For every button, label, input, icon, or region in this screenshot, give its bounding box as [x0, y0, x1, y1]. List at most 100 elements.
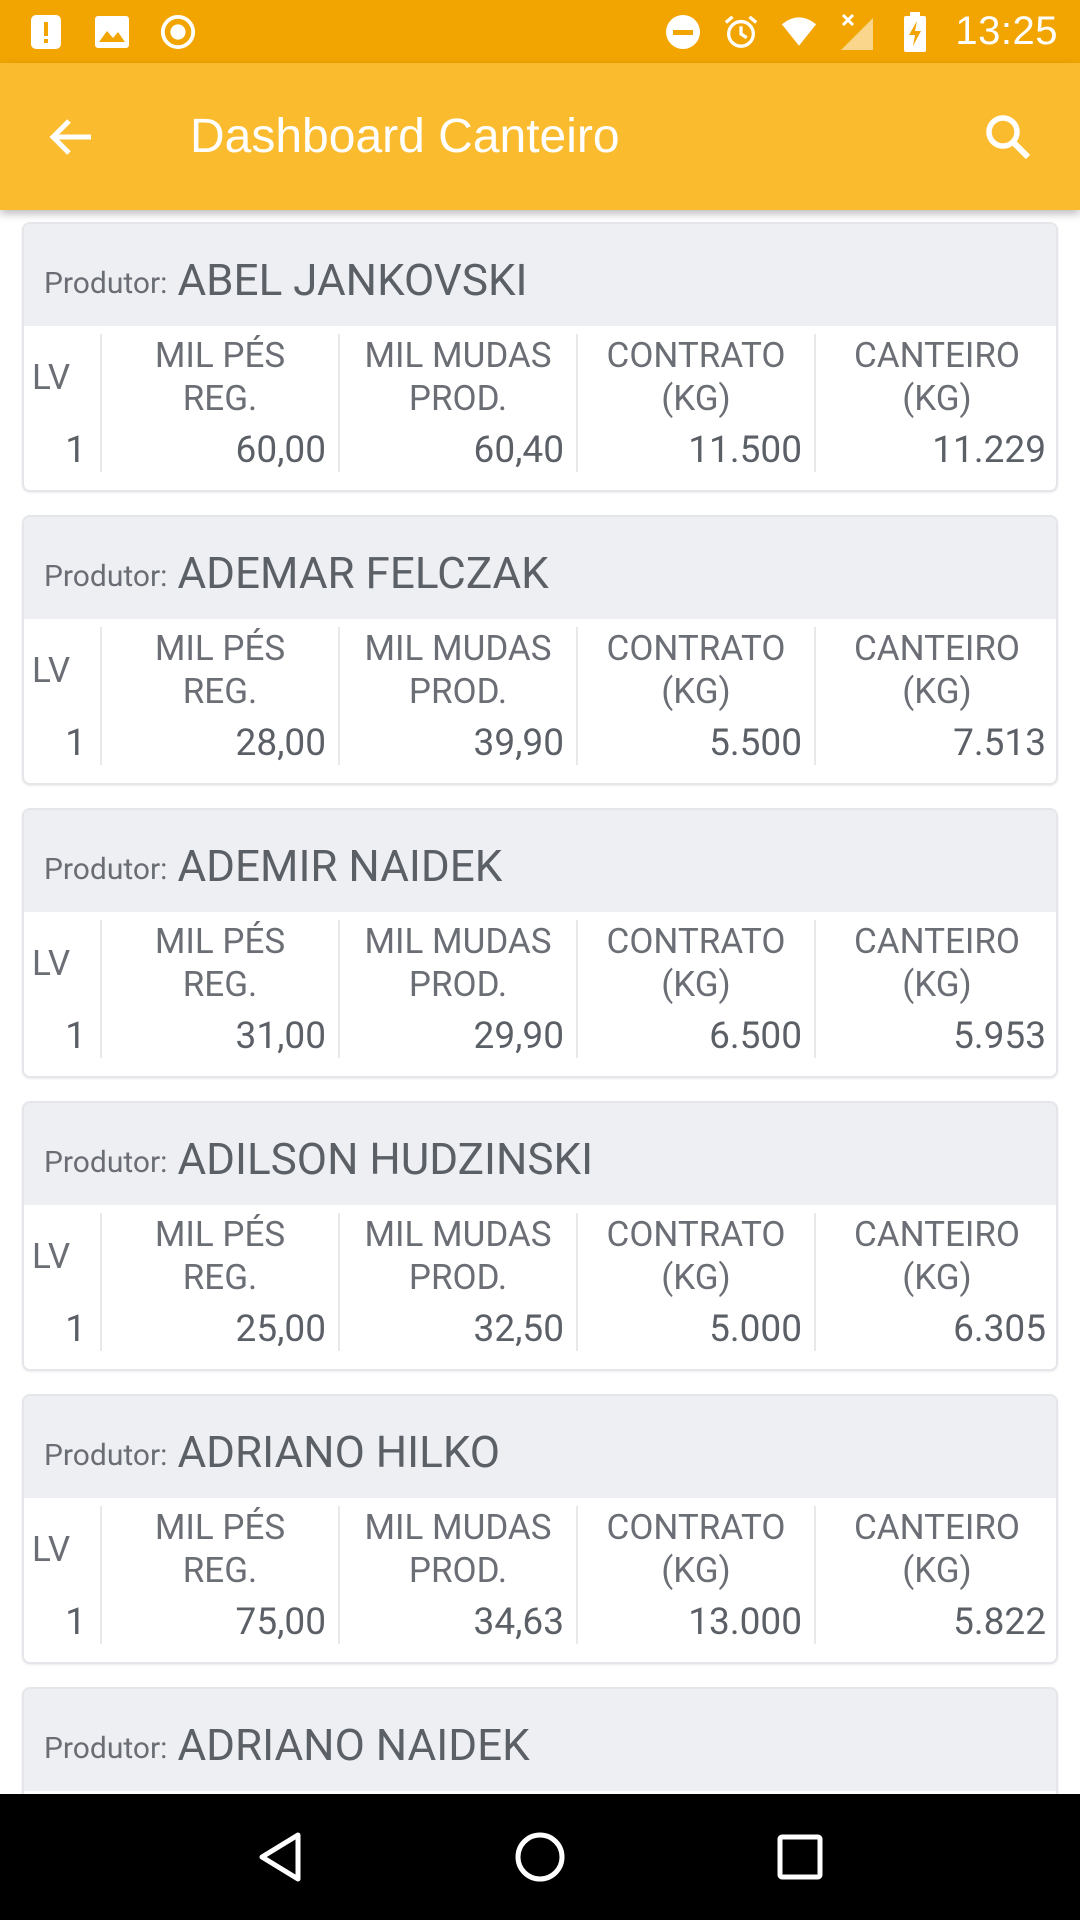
- metric-value: 60,40: [473, 429, 564, 472]
- column-lv: LV 1: [24, 627, 100, 765]
- column-header-line: CANTEIRO: [853, 921, 1021, 962]
- metric-value: 7.513: [953, 722, 1046, 765]
- back-button[interactable]: [44, 111, 96, 163]
- metric-value: 11.500: [688, 429, 802, 472]
- producer-card[interactable]: Produtor: ADRIANO HILKO LV 1 MIL PÉS REG. 75,0…: [22, 1394, 1058, 1664]
- nav-back-button[interactable]: [240, 1817, 320, 1897]
- producer-metrics: LV 1 MIL PÉS REG. 31,00 MIL MUDAS PROD. 29,90 CO…: [24, 912, 1056, 1076]
- column-header-line: (KG): [661, 1257, 731, 1298]
- producer-card[interactable]: Produtor: ADRIANO NAIDEK: [22, 1687, 1058, 1794]
- producer-name: ABEL JANKOVSKI: [177, 254, 528, 306]
- column-header-line: (KG): [902, 378, 972, 419]
- column-header-line: (KG): [902, 1257, 972, 1298]
- producer-card[interactable]: Produtor: ABEL JANKOVSKI LV 1 MIL PÉS REG. 60,…: [22, 222, 1058, 492]
- column-header-line: MIL PÉS: [154, 628, 286, 669]
- column-header: MIL PÉS REG.: [102, 1506, 338, 1592]
- column-lv: LV 1: [24, 920, 100, 1058]
- search-icon: [986, 115, 1031, 160]
- column-header-line: PROD.: [408, 964, 508, 1005]
- column-header-line: REG.: [182, 964, 258, 1005]
- alarm-icon: [723, 14, 759, 50]
- metric-value: 5.000: [709, 1308, 802, 1351]
- app-bar: Dashboard Canteiro: [0, 63, 1080, 210]
- column-header-line: LV: [32, 1236, 71, 1277]
- producer-name: ADRIANO NAIDEK: [177, 1719, 530, 1771]
- back-triangle-icon: [259, 1832, 301, 1882]
- column-header-line: CANTEIRO: [853, 1214, 1021, 1255]
- column-header-line: CANTEIRO: [853, 628, 1021, 669]
- column-header-line: (KG): [661, 671, 731, 712]
- nav-recents-button[interactable]: [760, 1817, 840, 1897]
- producer-label: Produtor:: [44, 851, 168, 887]
- no-signal-icon: [839, 13, 875, 50]
- column-mil-mudas: MIL MUDAS PROD. 32,50: [338, 1213, 576, 1351]
- metric-value: 5.500: [709, 722, 802, 765]
- recents-square-icon: [777, 1834, 823, 1880]
- column-mil-pes: MIL PÉS REG. 75,00: [100, 1506, 338, 1644]
- column-header: MIL MUDAS PROD.: [340, 334, 576, 420]
- metric-value: 13.000: [688, 1601, 802, 1644]
- metric-value: 39,90: [473, 722, 564, 765]
- column-header-line: PROD.: [408, 671, 508, 712]
- column-header-line: (KG): [661, 1550, 731, 1591]
- column-header: CANTEIRO (KG): [816, 1506, 1056, 1592]
- column-header: MIL MUDAS PROD.: [340, 1506, 576, 1592]
- column-header-line: REG.: [182, 378, 258, 419]
- nav-home-button[interactable]: [500, 1817, 580, 1897]
- producer-label: Produtor:: [44, 265, 168, 301]
- metric-value: 75,00: [235, 1601, 326, 1644]
- column-header-line: CANTEIRO: [853, 335, 1021, 376]
- column-header: LV: [24, 649, 70, 692]
- column-canteiro: CANTEIRO (KG) 5.953: [814, 920, 1056, 1058]
- column-header-line: CONTRATO: [606, 1214, 786, 1255]
- column-header-line: PROD.: [408, 1550, 508, 1591]
- search-button[interactable]: [980, 109, 1036, 165]
- producer-card[interactable]: Produtor: ADILSON HUDZINSKI LV 1 MIL PÉS REG.…: [22, 1101, 1058, 1371]
- producer-header: Produtor: ADEMAR FELCZAK: [24, 517, 1056, 619]
- column-header-line: LV: [32, 943, 71, 984]
- column-header: CANTEIRO (KG): [816, 920, 1056, 1006]
- column-canteiro: CANTEIRO (KG) 6.305: [814, 1213, 1056, 1351]
- metric-value: 1: [65, 1015, 86, 1058]
- metric-value: 1: [65, 1308, 86, 1351]
- producer-label: Produtor:: [44, 1144, 168, 1180]
- column-mil-pes: MIL PÉS REG. 25,00: [100, 1213, 338, 1351]
- column-header-line: MIL MUDAS: [364, 628, 552, 669]
- metric-value: 31,00: [235, 1015, 326, 1058]
- column-header-line: MIL PÉS: [154, 335, 286, 376]
- producer-header: Produtor: ADRIANO HILKO: [24, 1396, 1056, 1498]
- column-header-line: MIL MUDAS: [364, 1214, 552, 1255]
- column-header-line: CONTRATO: [606, 921, 786, 962]
- producer-name: ADILSON HUDZINSKI: [177, 1133, 594, 1185]
- navigation-bar: [0, 1794, 1080, 1920]
- metric-value: 34,63: [473, 1601, 564, 1644]
- producer-card[interactable]: Produtor: ADEMIR NAIDEK LV 1 MIL PÉS REG. 31,0…: [22, 808, 1058, 1078]
- column-mil-pes: MIL PÉS REG. 60,00: [100, 334, 338, 472]
- column-lv: LV 1: [24, 1506, 100, 1644]
- column-header-line: (KG): [661, 378, 731, 419]
- producer-header: Produtor: ABEL JANKOVSKI: [24, 224, 1056, 326]
- arrow-back-icon: [49, 119, 91, 155]
- column-header: MIL PÉS REG.: [102, 334, 338, 420]
- metric-value: 6.305: [953, 1308, 1046, 1351]
- metric-value: 6.500: [709, 1015, 802, 1058]
- metric-value: 1: [65, 429, 86, 472]
- producer-label: Produtor:: [44, 1730, 168, 1766]
- metric-value: 5.822: [953, 1601, 1046, 1644]
- status-time: 13:25: [955, 9, 1058, 53]
- column-header: MIL MUDAS PROD.: [340, 627, 576, 713]
- column-header-line: CANTEIRO: [853, 1507, 1021, 1548]
- producer-list[interactable]: Produtor: ABEL JANKOVSKI LV 1 MIL PÉS REG. 60,…: [0, 210, 1080, 1794]
- column-contrato: CONTRATO (KG) 5.000: [576, 1213, 814, 1351]
- metric-value: 11.229: [932, 429, 1046, 472]
- producer-card[interactable]: Produtor: ADEMAR FELCZAK LV 1 MIL PÉS REG. 28,…: [22, 515, 1058, 785]
- column-lv: LV 1: [24, 1213, 100, 1351]
- column-header-line: REG.: [182, 1257, 258, 1298]
- column-header-line: (KG): [902, 1550, 972, 1591]
- column-header: CONTRATO (KG): [578, 627, 814, 713]
- column-canteiro: CANTEIRO (KG) 11.229: [814, 334, 1056, 472]
- wifi-icon: [781, 14, 817, 50]
- column-header: CONTRATO (KG): [578, 1213, 814, 1299]
- do-not-disturb-icon: [665, 14, 701, 50]
- page-title: Dashboard Canteiro: [190, 110, 620, 163]
